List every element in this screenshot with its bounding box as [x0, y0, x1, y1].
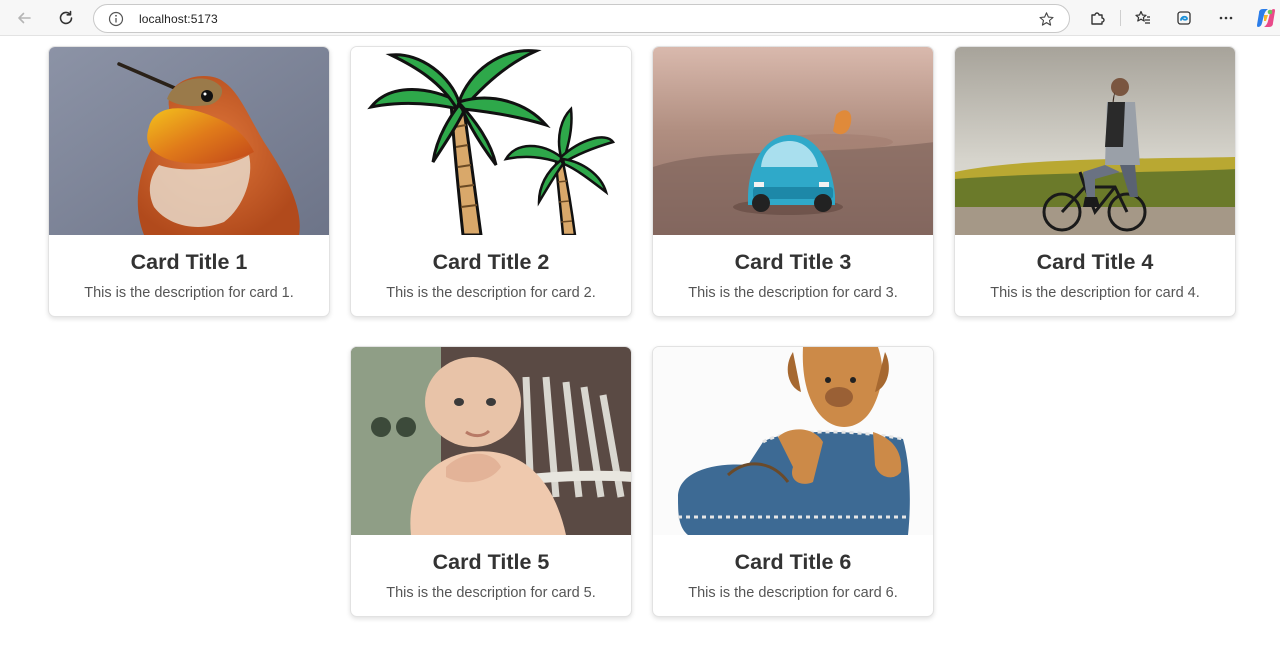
- card-title: Card Title 5: [432, 550, 550, 574]
- card-6[interactable]: Card Title 6 This is the description for…: [652, 346, 934, 617]
- man-on-bicycle-photo: [955, 47, 1235, 235]
- card-description: This is the description for card 6.: [688, 585, 898, 601]
- card-description: This is the description for card 2.: [386, 285, 596, 301]
- extensions-button[interactable]: [1086, 7, 1108, 29]
- card-description: This is the description for card 5.: [386, 585, 596, 601]
- card-2[interactable]: Card Title 2 This is the description for…: [350, 46, 632, 317]
- card-4[interactable]: Card Title 4 This is the description for…: [954, 46, 1236, 317]
- star-icon[interactable]: [1038, 11, 1055, 28]
- address-bar[interactable]: localhost:5173: [93, 4, 1070, 33]
- card-1[interactable]: Card Title 1 This is the description for…: [48, 46, 330, 317]
- url-text[interactable]: localhost:5173: [139, 12, 218, 26]
- refresh-icon: [59, 10, 73, 25]
- card-description: This is the description for card 4.: [990, 285, 1200, 301]
- favorites-icon: [1135, 10, 1150, 24]
- favorites-button[interactable]: [1132, 7, 1154, 29]
- card-title: Card Title 3: [734, 250, 852, 274]
- puppy-in-boot-photo: [653, 347, 933, 535]
- browser-toolbar: localhost:5173: [0, 0, 1280, 36]
- palm-trees-illustration: [351, 47, 631, 235]
- card-title: Card Title 6: [734, 550, 852, 574]
- copilot-button[interactable]: [1255, 7, 1277, 29]
- more-icon: [1219, 16, 1233, 20]
- more-button[interactable]: [1215, 7, 1237, 29]
- card-description: This is the description for card 3.: [688, 285, 898, 301]
- card-5[interactable]: Card Title 5 This is the description for…: [350, 346, 632, 617]
- card-3[interactable]: Card Title 3 This is the description for…: [652, 46, 934, 317]
- info-icon[interactable]: [108, 11, 124, 27]
- page-viewport: Card Title 1 This is the description for…: [0, 37, 1280, 651]
- collections-button[interactable]: [1173, 7, 1195, 29]
- card-title: Card Title 4: [1036, 250, 1154, 274]
- baby-photo: [351, 347, 631, 535]
- back-icon: [18, 12, 31, 24]
- refresh-button[interactable]: [52, 4, 80, 32]
- copilot-icon: [1257, 9, 1275, 27]
- extensions-icon: [1091, 12, 1105, 25]
- collections-icon: [1177, 11, 1191, 25]
- toolbar-divider: [1120, 10, 1121, 26]
- hummingbird-photo: [49, 47, 329, 235]
- card-title: Card Title 1: [130, 250, 248, 274]
- back-button[interactable]: [10, 4, 38, 32]
- card-description: This is the description for card 1.: [84, 285, 294, 301]
- toy-car-photo: [653, 47, 933, 235]
- card-title: Card Title 2: [432, 250, 550, 274]
